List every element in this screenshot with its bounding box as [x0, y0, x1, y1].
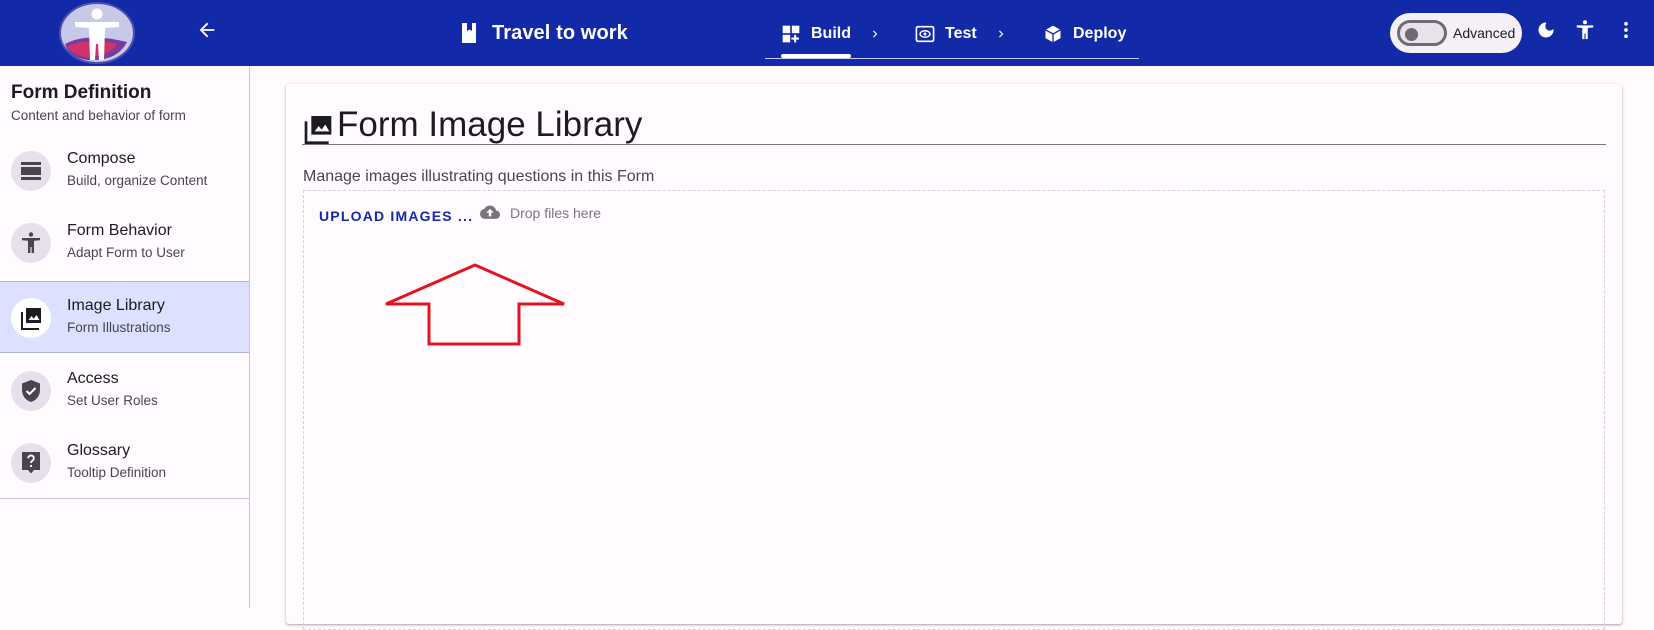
drop-hint: Drop files here	[480, 205, 601, 221]
sidebar: Form Definition Content and behavior of …	[0, 66, 250, 608]
back-button[interactable]	[193, 16, 221, 44]
sidebar-item-form-behavior[interactable]: Form Behavior Adapt Form to User	[0, 207, 249, 279]
step-test-label: Test	[945, 25, 977, 42]
upload-images-button[interactable]: UPLOAD IMAGES ...	[319, 208, 473, 224]
compose-icon	[11, 151, 51, 191]
annotation-arrow-icon	[385, 263, 565, 346]
form-title-group: Travel to work	[460, 17, 628, 49]
help-bubble-icon	[11, 443, 51, 483]
cloud-upload-icon	[480, 205, 500, 219]
sidebar-item-label: Image Library	[67, 297, 165, 314]
step-build[interactable]: Build	[781, 20, 851, 48]
advanced-toggle[interactable]: Advanced	[1390, 13, 1522, 53]
sidebar-item-label: Compose	[67, 150, 136, 167]
sidebar-item-sub: Set User Roles	[67, 393, 158, 408]
sidebar-title: Form Definition	[11, 82, 152, 103]
sidebar-item-label: Access	[67, 370, 119, 387]
sidebar-item-sub: Tooltip Definition	[67, 465, 167, 480]
arrow-back-icon	[199, 22, 215, 38]
accessibility-icon	[11, 223, 51, 263]
advanced-switch[interactable]	[1397, 20, 1447, 46]
sidebar-item-sub: Adapt Form to User	[67, 245, 185, 260]
image-dropzone[interactable]: UPLOAD IMAGES ... Drop files here	[303, 190, 1605, 630]
active-step-indicator	[781, 54, 851, 58]
top-app-bar: Travel to work Build Test Deploy Advance…	[0, 0, 1654, 66]
eye-icon	[915, 25, 935, 43]
sidebar-item-compose[interactable]: Compose Build, organize Content	[0, 135, 249, 207]
accessibility-icon	[1576, 20, 1594, 40]
step-test[interactable]: Test	[915, 20, 977, 48]
shield-check-icon	[11, 371, 51, 411]
sidebar-item-glossary[interactable]: Glossary Tooltip Definition	[0, 427, 249, 499]
more-vert-icon	[1624, 21, 1628, 39]
sidebar-item-image-library[interactable]: Image Library Form Illustrations	[0, 281, 249, 353]
page-title: Form Image Library	[337, 105, 643, 144]
app-logo-icon[interactable]	[57, 2, 137, 64]
chevron-right-icon	[865, 24, 885, 44]
dark-mode-icon	[1538, 22, 1554, 38]
package-icon	[1045, 25, 1061, 43]
sidebar-item-sub: Build, organize Content	[67, 173, 208, 188]
step-deploy[interactable]: Deploy	[1043, 20, 1126, 48]
advanced-label: Advanced	[1453, 25, 1516, 41]
card-header: Form Image Library	[302, 104, 1606, 145]
image-library-card: Form Image Library Manage images illustr…	[286, 84, 1622, 630]
sidebar-item-sub: Form Illustrations	[67, 320, 171, 335]
accessibility-button[interactable]	[1571, 16, 1599, 44]
build-grid-icon	[782, 25, 800, 43]
chevron-right-icon	[991, 24, 1011, 44]
step-deploy-label: Deploy	[1073, 25, 1127, 42]
sidebar-item-label: Form Behavior	[67, 222, 172, 239]
book-icon	[462, 23, 476, 43]
drop-hint-text: Drop files here	[510, 205, 602, 221]
more-menu-button[interactable]	[1612, 16, 1640, 44]
sidebar-divider	[0, 498, 249, 499]
step-build-label: Build	[811, 25, 851, 42]
page-description: Manage images illustrating questions in …	[303, 168, 655, 185]
sidebar-item-label: Glossary	[67, 442, 131, 459]
switch-thumb	[1405, 28, 1418, 41]
photo-library-icon	[11, 298, 51, 338]
dark-mode-button[interactable]	[1532, 16, 1560, 44]
form-title: Travel to work	[492, 21, 628, 44]
sidebar-subtitle: Content and behavior of form	[11, 108, 186, 123]
workflow-steps: Build Test Deploy	[765, 10, 1139, 59]
sidebar-item-access[interactable]: Access Set User Roles	[0, 355, 249, 427]
photo-library-icon	[304, 116, 332, 144]
